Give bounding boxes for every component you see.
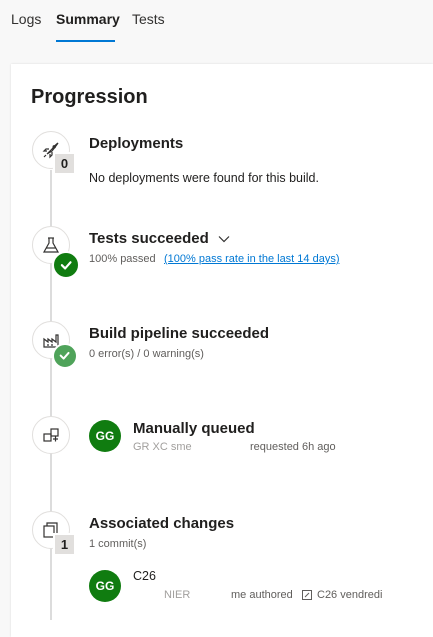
build-title: Build pipeline succeeded xyxy=(89,325,270,342)
tab-logs[interactable]: Logs xyxy=(11,11,41,27)
commit-ref[interactable]: C26 vendredi xyxy=(317,589,382,601)
tests-pass-summary: 100% passed xyxy=(89,253,156,265)
deployments-message: No deployments were found for this build… xyxy=(89,171,319,185)
queued-time: requested 6h ago xyxy=(250,441,336,453)
changes-count-badge: 1 xyxy=(53,533,76,556)
tab-tests[interactable]: Tests xyxy=(132,11,165,27)
checkmark-icon xyxy=(60,261,72,270)
tab-bar: Logs Summary Tests xyxy=(0,0,433,44)
deployments-title: Deployments xyxy=(89,135,184,152)
deployments-count-badge: 0 xyxy=(53,152,76,175)
avatar: GG xyxy=(89,570,121,602)
commit-author: me authored xyxy=(231,589,293,601)
commit-title[interactable]: C26 xyxy=(133,569,156,583)
avatar: GG xyxy=(89,420,121,452)
tests-success-badge xyxy=(52,251,80,279)
checkmark-icon xyxy=(60,352,70,360)
chevron-down-icon[interactable] xyxy=(217,232,231,246)
commit-icon xyxy=(302,590,312,600)
queued-title: Manually queued xyxy=(133,420,255,437)
active-tab-indicator xyxy=(56,40,115,42)
changes-commit-count: 1 commit(s) xyxy=(89,538,147,550)
queue-icon xyxy=(43,428,59,442)
build-errors-warnings: 0 error(s) / 0 warning(s) xyxy=(89,348,204,360)
queued-requester: GR XC sme xyxy=(133,441,192,453)
pass-rate-link[interactable]: (100% pass rate in the last 14 days) xyxy=(164,253,339,265)
tests-title: Tests succeeded xyxy=(89,230,209,247)
build-success-badge xyxy=(52,343,78,369)
changes-title: Associated changes xyxy=(89,515,235,532)
commit-author-faded: NIER xyxy=(164,589,191,601)
section-title: Progression xyxy=(31,86,148,108)
queued-step-icon xyxy=(32,416,70,454)
tab-summary[interactable]: Summary xyxy=(56,11,120,27)
